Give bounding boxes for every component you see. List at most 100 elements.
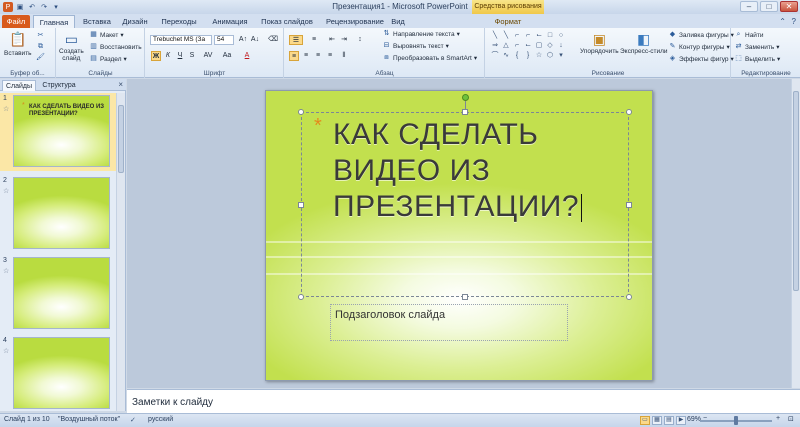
connector-shape-icon[interactable]: ⌐ <box>523 31 533 40</box>
tab-slideshow[interactable]: Показ слайдов <box>256 15 318 28</box>
quick-styles-button[interactable]: ◧ Экспресс-стили <box>620 30 668 55</box>
brace-shape-icon[interactable]: { <box>512 51 522 60</box>
slideshow-view-button[interactable]: ▶ <box>676 416 686 425</box>
columns-icon[interactable]: ⫴ <box>339 51 349 61</box>
bullets-icon[interactable]: ☰ <box>289 35 303 45</box>
curve-shape-icon[interactable]: ⌒ <box>490 51 500 60</box>
layout-button[interactable]: ▦ Макет ▾ <box>89 31 123 39</box>
resize-handle[interactable] <box>626 294 632 300</box>
close-button[interactable]: ✕ <box>780 1 798 12</box>
connector-shape-icon[interactable]: ⌐ <box>512 31 522 40</box>
clear-format-icon[interactable]: ⌫ <box>268 35 278 45</box>
font-size-select[interactable]: 54 <box>214 35 234 45</box>
tab-file[interactable]: Файл <box>2 15 30 28</box>
cut-icon[interactable]: ✂ <box>36 32 45 40</box>
format-painter-icon[interactable]: 🖌 <box>36 54 45 62</box>
text-direction-button[interactable]: ⇅ Направление текста ▾ <box>382 30 460 38</box>
oval-shape-icon[interactable]: ○ <box>556 31 566 40</box>
slide-title[interactable]: Как сделать видео из презентации? <box>333 117 623 225</box>
elbow-shape-icon[interactable]: ⌙ <box>523 41 533 50</box>
zoom-in-icon[interactable]: + <box>776 415 780 422</box>
underline-button[interactable]: Ч <box>175 51 185 61</box>
reset-button[interactable]: ▥ Восстановить <box>89 43 141 51</box>
curve-shape-icon[interactable]: ∿ <box>501 51 511 60</box>
tab-home[interactable]: Главная <box>33 15 75 28</box>
paste-button[interactable]: 📋 Вставить <box>4 30 32 57</box>
copy-icon[interactable]: ⧉ <box>36 43 45 51</box>
fit-to-window-icon[interactable]: ⊡ <box>788 415 794 423</box>
shape-effects-button[interactable]: ◈ Эффекты фигур ▾ <box>668 55 734 63</box>
rotation-handle[interactable] <box>462 94 469 101</box>
close-panel-icon[interactable]: × <box>118 80 123 89</box>
align-right-icon[interactable]: ≡ <box>313 51 323 61</box>
smartart-button[interactable]: ⧈ Преобразовать в SmartArt ▾ <box>382 54 477 62</box>
minimize-ribbon-icon[interactable]: ⌃ <box>779 17 786 26</box>
resize-handle[interactable] <box>462 294 468 300</box>
align-center-icon[interactable]: ≡ <box>301 51 311 61</box>
arrow-shape-icon[interactable]: ⇒ <box>490 41 500 50</box>
spellcheck-icon[interactable]: ✓ <box>130 416 136 424</box>
find-button[interactable]: ⌕ Найти <box>734 31 764 39</box>
tab-review[interactable]: Рецензирование <box>320 15 390 28</box>
line-spacing-icon[interactable]: ↕ <box>355 35 365 45</box>
slide-thumbnail-4[interactable]: 4 ☆ <box>0 335 116 411</box>
resize-handle[interactable] <box>298 109 304 115</box>
replace-button[interactable]: ⇄ Заменить ▾ <box>734 43 780 51</box>
font-color-button[interactable]: A <box>242 51 252 61</box>
normal-view-button[interactable]: ▭ <box>640 416 650 425</box>
arrange-button[interactable]: ▣ Упорядочить <box>580 30 619 55</box>
hexagon-shape-icon[interactable]: ⬡ <box>545 51 555 60</box>
slide-thumbnail-2[interactable]: 2 ☆ <box>0 175 116 253</box>
subtitle-placeholder[interactable]: Подзаголовок слайда <box>330 304 568 341</box>
minimize-button[interactable]: – <box>740 1 758 12</box>
shrink-font-icon[interactable]: A↓ <box>250 35 260 45</box>
zoom-level[interactable]: 69% <box>687 416 701 423</box>
change-case-button[interactable]: Aa <box>220 51 234 61</box>
more-shapes-icon[interactable]: ▾ <box>556 51 566 60</box>
rectangle-shape-icon[interactable]: □ <box>545 31 555 40</box>
line-shape-icon[interactable]: ╲ <box>501 31 511 40</box>
char-spacing-button[interactable]: AV <box>201 51 215 61</box>
resize-handle[interactable] <box>462 109 468 115</box>
sorter-view-button[interactable]: ▦ <box>652 416 662 425</box>
notes-pane[interactable]: Заметки к слайду <box>127 389 800 413</box>
shapes-gallery[interactable]: ╲ ╲ ⌐ ⌐ ⌙ □ ○ ⇒ △ ⌐ ⌙ ▢ ◇ ↓ ⌒ ∿{} ☆ ⬡ ▾ <box>490 31 565 61</box>
shape-outline-button[interactable]: ✎ Контур фигуры ▾ <box>668 43 730 51</box>
tab-design[interactable]: Дизайн <box>118 15 152 28</box>
tab-outline[interactable]: Структура <box>38 80 80 91</box>
line-shape-icon[interactable]: ╲ <box>490 31 500 40</box>
font-family-select[interactable]: Trebuchet MS (За <box>150 35 212 45</box>
section-button[interactable]: ▤ Раздел ▾ <box>89 55 127 63</box>
resize-handle[interactable] <box>298 202 304 208</box>
tab-format[interactable]: Формат <box>478 15 538 28</box>
language-indicator[interactable]: русский <box>148 416 173 423</box>
connector-shape-icon[interactable]: ⌙ <box>534 31 544 40</box>
tab-slides[interactable]: Слайды <box>2 80 36 91</box>
rounded-rect-shape-icon[interactable]: ▢ <box>534 41 544 50</box>
scroll-thumb[interactable] <box>793 91 799 291</box>
zoom-slider-knob[interactable] <box>734 416 738 425</box>
elbow-shape-icon[interactable]: ⌐ <box>512 41 522 50</box>
shape-fill-button[interactable]: ◆ Заливка фигуры ▾ <box>668 31 734 39</box>
arrow-shape-icon[interactable]: ↓ <box>556 41 566 50</box>
brace-shape-icon[interactable]: } <box>523 51 533 60</box>
resize-handle[interactable] <box>626 202 632 208</box>
panel-scrollbar[interactable] <box>116 93 125 411</box>
slide-thumbnail-3[interactable]: 3 ☆ <box>0 255 116 333</box>
shadow-button[interactable]: S <box>187 51 197 61</box>
numbering-icon[interactable]: ≡ <box>307 35 321 45</box>
tab-animation[interactable]: Анимация <box>206 15 254 28</box>
reading-view-button[interactable]: ▤ <box>664 416 674 425</box>
tab-insert[interactable]: Вставка <box>80 15 114 28</box>
grow-font-icon[interactable]: A↑ <box>238 35 248 45</box>
scroll-thumb[interactable] <box>118 105 124 173</box>
editor-scrollbar[interactable] <box>791 79 800 388</box>
help-icon[interactable]: ? <box>792 17 796 26</box>
new-slide-button[interactable]: ▭ Создать слайд <box>59 30 84 62</box>
align-left-icon[interactable]: ≡ <box>289 51 299 61</box>
resize-handle[interactable] <box>626 109 632 115</box>
resize-handle[interactable] <box>298 294 304 300</box>
select-button[interactable]: ⬚ Выделить ▾ <box>734 55 780 63</box>
triangle-shape-icon[interactable]: △ <box>501 41 511 50</box>
decrease-indent-icon[interactable]: ⇤ <box>327 35 337 45</box>
